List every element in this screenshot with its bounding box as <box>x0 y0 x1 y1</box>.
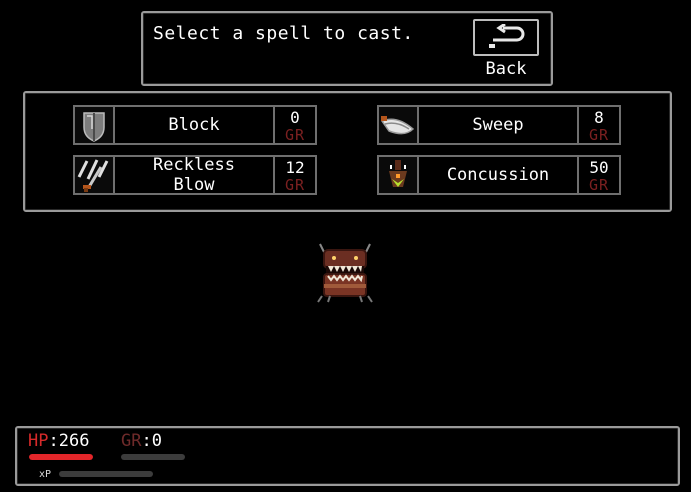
spell-sweep-button[interactable]: Sweep 8 GR <box>377 105 623 145</box>
back-label: Back <box>485 59 527 79</box>
back-button[interactable]: Back <box>473 19 539 79</box>
cost-value: 0 <box>290 108 300 127</box>
spell-reckless-blow-button[interactable]: Reckless Blow 12 GR <box>73 155 319 195</box>
gr-readout: GR:0 <box>121 431 162 451</box>
spell-name: Block <box>115 105 275 145</box>
cost-value: 50 <box>589 158 609 177</box>
spell-concussion-button[interactable]: Concussion 50 GR <box>377 155 623 195</box>
spell-cost: 12 GR <box>273 155 317 195</box>
spell-cost: 0 GR <box>273 105 317 145</box>
gr-bar <box>121 454 185 460</box>
sweep-blade-icon <box>377 105 419 145</box>
return-arrow-icon <box>489 24 525 48</box>
prompt-text: Select a spell to cast. <box>153 23 414 44</box>
cost-value: 12 <box>285 158 305 177</box>
mimic-chest-icon <box>317 243 373 303</box>
back-icon-frame[interactable] <box>473 19 539 56</box>
cost-unit: GR <box>588 176 610 194</box>
status-panel: HP:266 GR:0 xP <box>15 426 680 486</box>
spell-name: Reckless Blow <box>115 155 275 195</box>
spell-block-button[interactable]: Block 0 GR <box>73 105 319 145</box>
hp-bar <box>29 454 93 460</box>
xp-bar <box>59 471 153 477</box>
prompt-panel: Select a spell to cast. Back <box>141 11 553 86</box>
spell-name: Sweep <box>419 105 579 145</box>
mimic-chest-enemy[interactable] <box>312 242 378 304</box>
cost-unit: GR <box>284 126 306 144</box>
spell-panel: Block 0 GR Sweep 8 GR Reckless Blow 12 G… <box>23 91 672 212</box>
hp-bar-fill <box>29 454 93 460</box>
hp-value: :266 <box>48 431 90 451</box>
xp-label: xP <box>39 469 52 480</box>
cost-unit: GR <box>284 176 306 194</box>
gr-value: :0 <box>141 431 162 451</box>
concussion-blast-icon <box>377 155 419 195</box>
spell-cost: 50 GR <box>577 155 621 195</box>
spell-cost: 8 GR <box>577 105 621 145</box>
cost-value: 8 <box>594 108 604 127</box>
hp-label: HP <box>28 431 49 451</box>
cost-unit: GR <box>588 126 610 144</box>
spell-name: Concussion <box>419 155 579 195</box>
hp-readout: HP:266 <box>28 431 89 451</box>
gr-label: GR <box>121 431 142 451</box>
shield-icon <box>73 105 115 145</box>
slashing-sword-icon <box>73 155 115 195</box>
